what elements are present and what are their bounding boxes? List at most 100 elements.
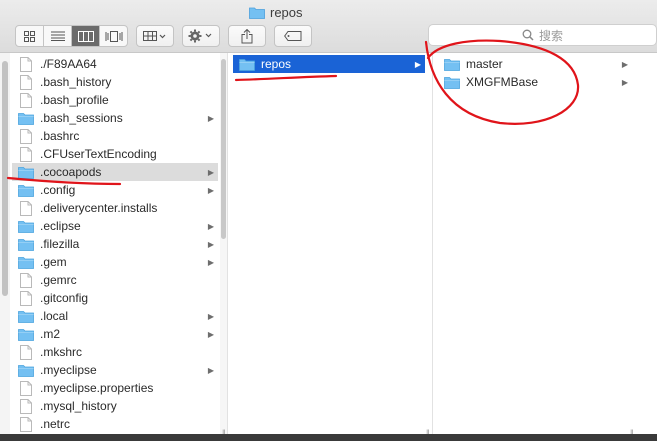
share-button[interactable]	[228, 25, 266, 47]
file-row[interactable]: .bashrc	[12, 127, 218, 145]
document-icon-wrap	[18, 380, 34, 396]
window-title-text: repos	[270, 4, 303, 20]
document-icon-wrap	[18, 272, 34, 288]
document-icon-wrap	[18, 344, 34, 360]
document-icon-wrap	[18, 398, 34, 414]
tag-button[interactable]	[274, 25, 312, 47]
list-view-button[interactable]	[44, 26, 72, 46]
folder-row[interactable]: repos ▶	[233, 55, 425, 73]
file-row[interactable]: ./F89AA64	[12, 55, 218, 73]
folder-icon-wrap	[18, 183, 34, 197]
folder-icon-wrap	[18, 309, 34, 323]
folder-row[interactable]: .filezilla ▶	[12, 235, 218, 253]
document-icon	[20, 344, 32, 360]
document-icon	[20, 398, 32, 414]
file-row[interactable]: .bash_profile	[12, 91, 218, 109]
folder-row[interactable]: master ▶	[438, 55, 632, 73]
folder-icon	[18, 256, 34, 269]
action-button[interactable]	[182, 25, 220, 47]
folder-row[interactable]: .cocoapods ▶	[12, 163, 218, 181]
folder-row[interactable]: .m2 ▶	[12, 325, 218, 343]
folder-icon	[18, 220, 34, 233]
folder-row[interactable]: .myeclipse ▶	[12, 361, 218, 379]
folder-row[interactable]: .config ▶	[12, 181, 218, 199]
item-label: .config	[40, 183, 76, 197]
document-icon-wrap	[18, 146, 34, 162]
file-row[interactable]: .gemrc	[12, 271, 218, 289]
document-icon-wrap	[18, 128, 34, 144]
folder-icon-wrap	[239, 57, 255, 71]
gear-icon	[188, 29, 212, 43]
background-strip	[0, 434, 657, 441]
item-label: .gitconfig	[40, 291, 89, 305]
finder-toolbar: repos 搜索	[0, 0, 657, 53]
cover-flow-icon	[105, 30, 122, 42]
folder-row[interactable]: .gem ▶	[12, 253, 218, 271]
folder-icon	[239, 58, 255, 71]
document-icon-wrap	[18, 92, 34, 108]
folder-icon-wrap	[18, 165, 34, 179]
column-cocoapods[interactable]: repos ▶ ||	[227, 53, 432, 441]
item-label: .filezilla	[40, 237, 80, 251]
folder-row[interactable]: .local ▶	[12, 307, 218, 325]
left-scrollbar[interactable]	[0, 53, 10, 441]
scrollbar-thumb[interactable]	[221, 59, 226, 239]
column-view-button[interactable]	[72, 26, 100, 46]
file-row[interactable]: .deliverycenter.installs	[12, 199, 218, 217]
document-icon-wrap	[18, 200, 34, 216]
document-icon-wrap	[18, 74, 34, 90]
folder-icon	[18, 166, 34, 179]
file-row[interactable]: .CFUserTextEncoding	[12, 145, 218, 163]
search-field[interactable]: 搜索	[428, 24, 657, 46]
file-row[interactable]: .gitconfig	[12, 289, 218, 307]
column-home[interactable]: ./F89AA64 .bash_history .bash_profile .bash…	[0, 53, 227, 441]
view-mode-selector[interactable]	[15, 25, 128, 47]
grid-icon	[24, 30, 35, 42]
disclosure-chevron-icon: ▶	[207, 239, 215, 249]
folder-icon-wrap	[444, 57, 460, 71]
folder-row[interactable]: .eclipse ▶	[12, 217, 218, 235]
folder-row[interactable]: .bash_sessions ▶	[12, 109, 218, 127]
file-row[interactable]: .mysql_history	[12, 397, 218, 415]
folder-row[interactable]: XMGFMBase ▶	[438, 73, 632, 91]
document-icon	[20, 128, 32, 144]
icon-view-button[interactable]	[16, 26, 44, 46]
folder-icon	[249, 7, 265, 19]
column-repos[interactable]: master ▶ XMGFMBase ▶ ||	[432, 53, 657, 441]
folder-icon	[18, 112, 34, 125]
document-icon-wrap	[18, 56, 34, 72]
disclosure-chevron-icon: ▶	[207, 167, 215, 177]
item-label: .myeclipse.properties	[40, 381, 154, 395]
folder-icon	[18, 328, 34, 341]
disclosure-chevron-icon: ▶	[207, 311, 215, 321]
folder-icon	[444, 58, 460, 71]
item-label: .bash_profile	[40, 93, 109, 107]
document-icon	[20, 200, 32, 216]
file-row[interactable]: .mkshrc	[12, 343, 218, 361]
file-row[interactable]: .myeclipse.properties	[12, 379, 218, 397]
disclosure-chevron-icon: ▶	[207, 221, 215, 231]
item-label: .gem	[40, 255, 67, 269]
item-label: .CFUserTextEncoding	[40, 147, 157, 161]
file-row[interactable]: .netrc	[12, 415, 218, 433]
cover-flow-view-button[interactable]	[100, 26, 127, 46]
item-label: .cocoapods	[40, 165, 102, 179]
file-row[interactable]: .bash_history	[12, 73, 218, 91]
disclosure-chevron-icon: ▶	[207, 113, 215, 123]
item-label: XMGFMBase	[466, 75, 539, 89]
disclosure-chevron-icon: ▶	[207, 185, 215, 195]
folder-icon	[18, 364, 34, 377]
disclosure-chevron-icon: ▶	[207, 329, 215, 339]
folder-icon	[444, 76, 460, 89]
document-icon-wrap	[18, 416, 34, 432]
item-label: .m2	[40, 327, 61, 341]
document-icon	[20, 92, 32, 108]
column-home-scrollbar[interactable]	[220, 53, 227, 441]
document-icon	[20, 74, 32, 90]
disclosure-chevron-icon: ▶	[621, 77, 629, 87]
folder-icon	[18, 310, 34, 323]
disclosure-chevron-icon: ▶	[414, 59, 422, 69]
document-icon	[20, 380, 32, 396]
item-label: .eclipse	[40, 219, 81, 233]
arrange-button[interactable]	[136, 25, 174, 47]
